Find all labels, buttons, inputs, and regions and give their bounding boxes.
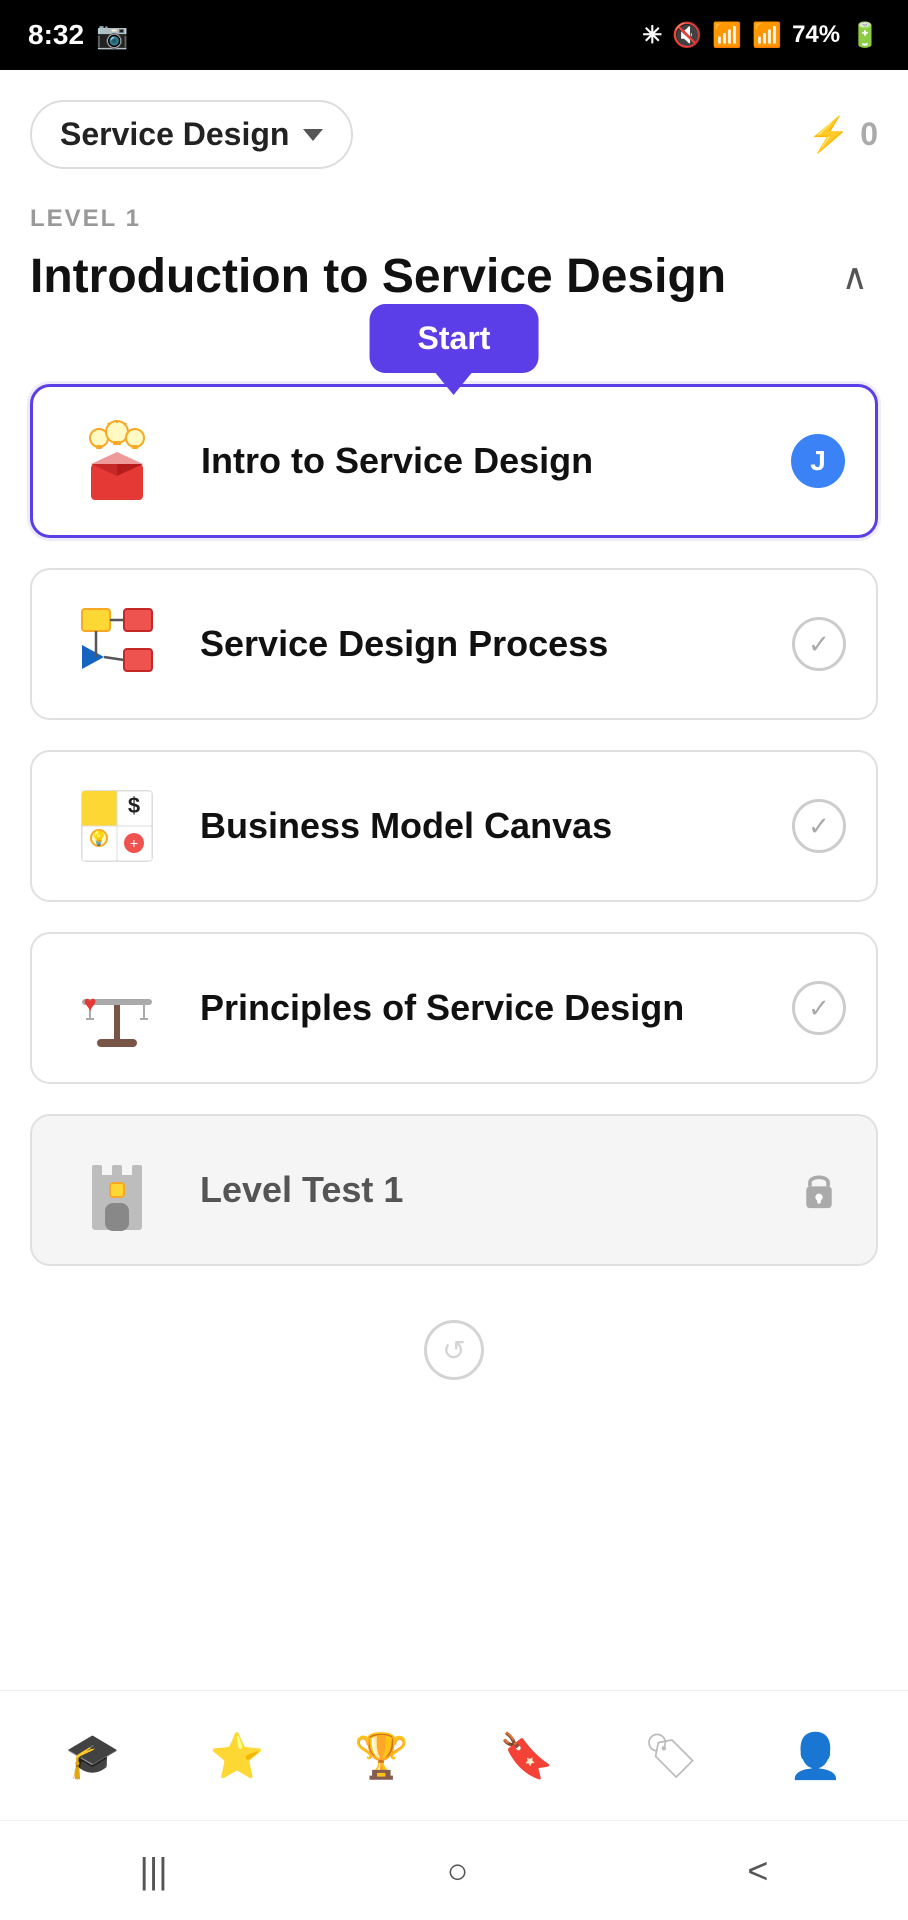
camera-icon: 📷: [96, 20, 128, 51]
lesson-status-intro: J: [791, 434, 845, 488]
level-title-row: Introduction to Service Design ∧: [30, 249, 878, 304]
lesson-title-test: Level Test 1: [200, 1169, 792, 1211]
achievements-icon: ⭐: [210, 1730, 265, 1782]
lesson-card-intro[interactable]: Intro to Service Design J: [30, 384, 878, 538]
android-home-btn[interactable]: ○: [447, 1850, 469, 1892]
lesson-icon-process: [62, 594, 172, 694]
level-label: LEVEL 1: [30, 205, 878, 233]
tags-icon: 🏷: [643, 1730, 699, 1782]
nav-item-profile[interactable]: 👤: [743, 1730, 888, 1782]
course-selector[interactable]: Service Design: [30, 100, 353, 169]
nav-item-achievements[interactable]: ⭐: [165, 1730, 310, 1782]
svg-text:💡: 💡: [90, 830, 107, 847]
nav-item-home[interactable]: 🎓: [20, 1730, 165, 1782]
profile-icon: 👤: [788, 1730, 843, 1782]
svg-text:♥: ♥: [83, 991, 96, 1016]
bluetooth-icon: ✳: [642, 21, 662, 50]
leaderboard-icon: 🏆: [354, 1730, 409, 1782]
partial-next-section: ↺: [30, 1296, 878, 1390]
score-value: 0: [860, 116, 878, 153]
lesson-title-process: Service Design Process: [200, 623, 792, 665]
lesson-icon-canvas: $ 💡 +: [62, 776, 172, 876]
lesson-title-canvas: Business Model Canvas: [200, 805, 792, 847]
lesson-icon-intro: [63, 411, 173, 511]
android-nav: ||| ○ <: [0, 1820, 908, 1920]
lesson-icon-test: [62, 1140, 172, 1240]
battery-icon: 🔋: [850, 21, 880, 50]
lesson-status-principles: ✓: [792, 981, 846, 1035]
lesson-status-canvas: ✓: [792, 799, 846, 853]
android-back-btn[interactable]: <: [747, 1850, 768, 1892]
lesson-card-test[interactable]: Level Test 1: [30, 1114, 878, 1266]
lesson-title-principles: Principles of Service Design: [200, 987, 792, 1029]
partial-circle-icon: ↺: [424, 1320, 484, 1380]
home-icon: 🎓: [65, 1730, 120, 1782]
signal-icon: 📶: [752, 21, 782, 50]
lightning-icon: ⚡: [808, 115, 850, 155]
wifi-icon: 📶: [712, 21, 742, 50]
bottom-nav: 🎓 ⭐ 🏆 🔖 🏷 👤: [0, 1690, 908, 1820]
course-name: Service Design: [60, 116, 289, 153]
lesson-status-test: [792, 1163, 846, 1217]
tooltip-arrow: [436, 373, 472, 395]
svg-text:+: +: [130, 835, 138, 851]
android-menu-btn[interactable]: |||: [140, 1850, 168, 1892]
start-tooltip: Start: [370, 304, 539, 373]
header-bar: Service Design ⚡ 0: [30, 100, 878, 169]
lesson-status-process: ✓: [792, 617, 846, 671]
mute-icon: 🔇: [672, 21, 702, 50]
main-content: Service Design ⚡ 0 LEVEL 1 Introduction …: [0, 70, 908, 1690]
nav-item-leaderboard[interactable]: 🏆: [309, 1730, 454, 1782]
svg-text:$: $: [128, 793, 140, 818]
lesson-title-intro: Intro to Service Design: [201, 440, 791, 482]
collapse-button[interactable]: ∧: [832, 256, 878, 298]
lesson-card-canvas[interactable]: $ 💡 + Business Model Canvas ✓: [30, 750, 878, 902]
lesson-card-principles[interactable]: ♥ Principles of Service Design ✓: [30, 932, 878, 1084]
lesson-card-process[interactable]: Service Design Process ✓: [30, 568, 878, 720]
bookmarks-icon: 🔖: [499, 1730, 554, 1782]
nav-item-tags[interactable]: 🏷: [599, 1730, 744, 1782]
status-time: 8:32: [28, 19, 84, 51]
status-bar: 8:32 📷 ✳ 🔇 📶 📶 74% 🔋: [0, 0, 908, 70]
lesson-icon-principles: ♥: [62, 958, 172, 1058]
battery-text: 74%: [792, 21, 840, 49]
chevron-down-icon: [303, 129, 323, 141]
score-display: ⚡ 0: [808, 115, 878, 155]
level-title: Introduction to Service Design: [30, 249, 832, 304]
start-tooltip-wrapper: Start: [370, 304, 539, 395]
nav-item-bookmarks[interactable]: 🔖: [454, 1730, 599, 1782]
